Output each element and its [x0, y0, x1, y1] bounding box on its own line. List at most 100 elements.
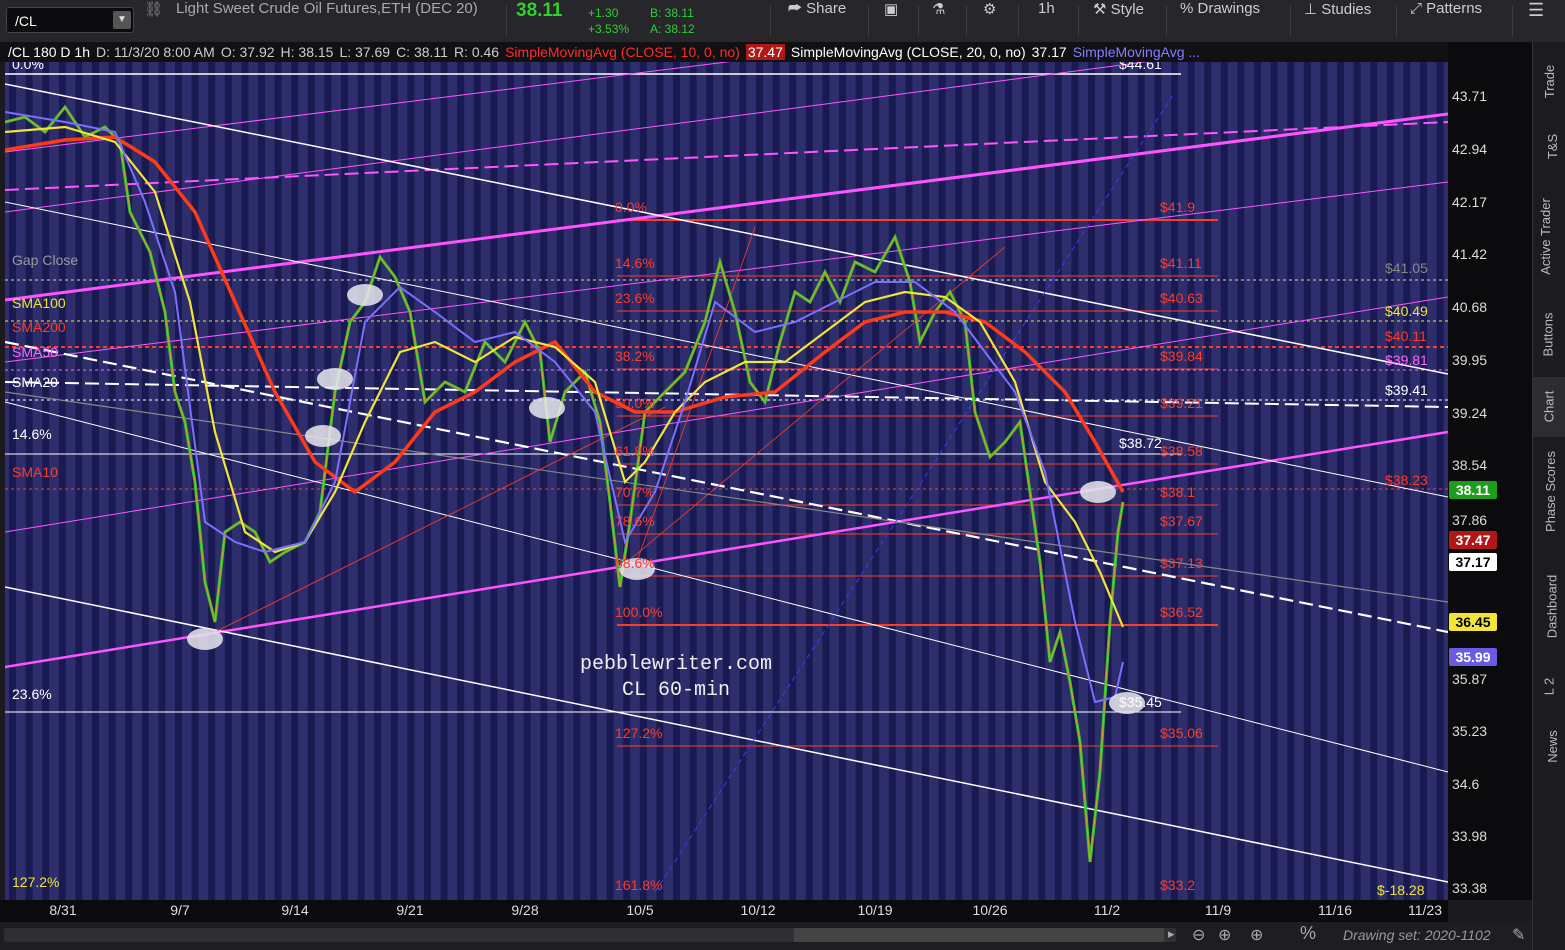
- scroll-right-icon[interactable]: ▸: [1168, 926, 1175, 942]
- session-stripe: [473, 62, 481, 900]
- price-tag: 36.45: [1449, 613, 1497, 631]
- sidebar-tab[interactable]: Trade: [1533, 52, 1565, 112]
- percent-icon: %: [1180, 0, 1198, 17]
- fib-price-label: $39.84: [1160, 348, 1203, 364]
- sidebar-tab[interactable]: L 2: [1533, 667, 1565, 707]
- percent-toggle-icon[interactable]: %: [1300, 923, 1316, 944]
- session-stripe: [1237, 62, 1245, 900]
- fib-price-label: $41.9: [1160, 199, 1196, 215]
- menu-icon[interactable]: ☰: [1528, 0, 1544, 42]
- session-stripe: [490, 62, 498, 900]
- fib-percent-label: 61.8%: [615, 443, 655, 459]
- change-pct: +3.53%: [588, 22, 630, 36]
- zoom-in-icon[interactable]: ⊕: [1250, 925, 1263, 945]
- crosshair-icon[interactable]: ⊕: [1218, 925, 1231, 945]
- price-chart[interactable]: 0.0% Gap Close SMA100 SMA200 SMA50 SMA20 14.6%…: [5, 62, 1448, 900]
- level-price-label: $35.45: [1119, 694, 1162, 710]
- sidebar-tab[interactable]: Chart: [1533, 377, 1565, 437]
- price-tick-label: 33.98: [1452, 828, 1488, 844]
- price-tick-label: 35.87: [1452, 671, 1488, 687]
- gear-icon[interactable]: ⚙: [983, 0, 996, 42]
- session-stripe: [9, 62, 16, 900]
- drawings-button[interactable]: % Drawings: [1180, 0, 1260, 42]
- price-tick-label: 39.95: [1452, 352, 1488, 368]
- session-stripe: [1121, 62, 1129, 900]
- price-tick-label: 42.94: [1452, 141, 1488, 157]
- date-tick-label: 9/28: [511, 902, 539, 918]
- sidebar-tab[interactable]: Phase Scores: [1533, 442, 1565, 542]
- marker-ellipse: [305, 425, 341, 447]
- price-tick-label: 35.23: [1452, 723, 1488, 739]
- date-tick-label: 10/5: [626, 902, 654, 918]
- sidebar-tab-label: T&S: [1544, 133, 1560, 160]
- chevron-down-icon[interactable]: ▼: [113, 11, 131, 29]
- level-price-label: $38.72: [1119, 435, 1162, 451]
- zoom-out-icon[interactable]: ⊖: [1192, 925, 1205, 945]
- level-label: SMA50: [12, 344, 58, 360]
- share-icon: ⮫: [788, 0, 807, 17]
- date-tick-label: 10/12: [740, 902, 776, 918]
- interval-selector[interactable]: 1h: [1038, 0, 1055, 42]
- session-stripe: [772, 62, 780, 900]
- patterns-icon: ⤢: [1410, 0, 1427, 17]
- session-stripe: [1436, 62, 1444, 900]
- fib-percent-label: 70.7%: [615, 484, 655, 500]
- flask-icon[interactable]: ⚗: [932, 0, 945, 42]
- patterns-button[interactable]: ⤢ Patterns: [1410, 0, 1482, 42]
- session-stripe: [1353, 62, 1361, 900]
- right-sidebar: Trade T&S Active Trader Buttons Chart Phase S…: [1532, 42, 1565, 950]
- session-stripe: [1104, 62, 1112, 900]
- session-stripe: [1088, 62, 1095, 900]
- chart-scrollbar[interactable]: ▸ ⊖ ⊕ ⊕ % Drawing set: 2020-1102 ✎: [0, 922, 1532, 950]
- fib-price-label: $33.2: [1160, 877, 1196, 893]
- symbol-text: /CL: [15, 13, 37, 29]
- session-stripe: [1071, 62, 1079, 900]
- price-tag: 38.11: [1449, 481, 1497, 499]
- sidebar-tab[interactable]: Dashboard: [1533, 557, 1565, 657]
- watermark-caption: CL 60-min: [622, 679, 731, 702]
- snapshot-icon[interactable]: ▣: [884, 0, 898, 42]
- date-tick-label: 8/31: [49, 902, 77, 918]
- session-stripe: [241, 62, 249, 900]
- session-stripe: [739, 62, 747, 900]
- style-button[interactable]: ⚒ Style: [1093, 0, 1144, 42]
- share-button[interactable]: ⮫ Share: [788, 0, 846, 42]
- level-label: 14.6%: [12, 426, 52, 442]
- scroll-track[interactable]: [4, 928, 1176, 942]
- sidebar-tab[interactable]: Buttons: [1533, 302, 1565, 367]
- level-price-label: $40.49: [1385, 303, 1428, 319]
- sma20-value: 37.17: [1031, 44, 1067, 60]
- last-price: 38.11: [516, 0, 563, 21]
- link-icon[interactable]: ⛓: [144, 0, 163, 42]
- sidebar-tab[interactable]: T&S: [1533, 117, 1565, 177]
- level-label: SMA200: [12, 319, 66, 335]
- session-stripe: [938, 62, 946, 900]
- drawing-set-label: Drawing set: 2020-1102: [1343, 927, 1491, 943]
- level-label: SMA20: [12, 374, 58, 390]
- session-stripe: [1187, 62, 1195, 900]
- level-price-label: $-18.28: [1377, 882, 1425, 898]
- session-stripe: [1287, 62, 1295, 900]
- watermark-site: pebblewriter.com: [580, 653, 773, 676]
- price-tick-label: 41.42: [1452, 246, 1488, 262]
- sma10-label: SimpleMovingAvg (CLOSE, 10, 0, no): [505, 44, 740, 60]
- fib-percent-label: 50.0%: [615, 395, 655, 411]
- scroll-thumb[interactable]: [794, 928, 1164, 942]
- session-stripe: [1303, 62, 1311, 900]
- sidebar-tab[interactable]: Active Trader: [1533, 182, 1565, 292]
- time-axis[interactable]: 8/31 9/7 9/14 9/21 9/28 10/5 10/12 10/19 10/26 11…: [0, 900, 1448, 922]
- level-price-label: $39.81: [1385, 352, 1428, 368]
- date-tick-label: 11/16: [1318, 902, 1352, 918]
- session-stripe: [805, 62, 813, 900]
- session-stripe: [92, 62, 99, 900]
- price-axis[interactable]: 43.71 42.94 42.17 41.42 40.68 39.95 39.24 38.54…: [1448, 42, 1532, 900]
- sidebar-tab[interactable]: News: [1533, 717, 1565, 777]
- session-stripe: [1254, 62, 1261, 900]
- date-tick-label: 9/14: [281, 902, 309, 918]
- price-tick-label: 43.71: [1452, 88, 1488, 104]
- symbol-selector[interactable]: /CL ▼: [6, 7, 134, 33]
- studies-button[interactable]: ⊥ Studies: [1304, 0, 1371, 42]
- price-tick-label: 33.38: [1452, 880, 1488, 896]
- pencil-icon[interactable]: ✎: [1512, 925, 1525, 945]
- fib-price-label: $40.63: [1160, 290, 1203, 306]
